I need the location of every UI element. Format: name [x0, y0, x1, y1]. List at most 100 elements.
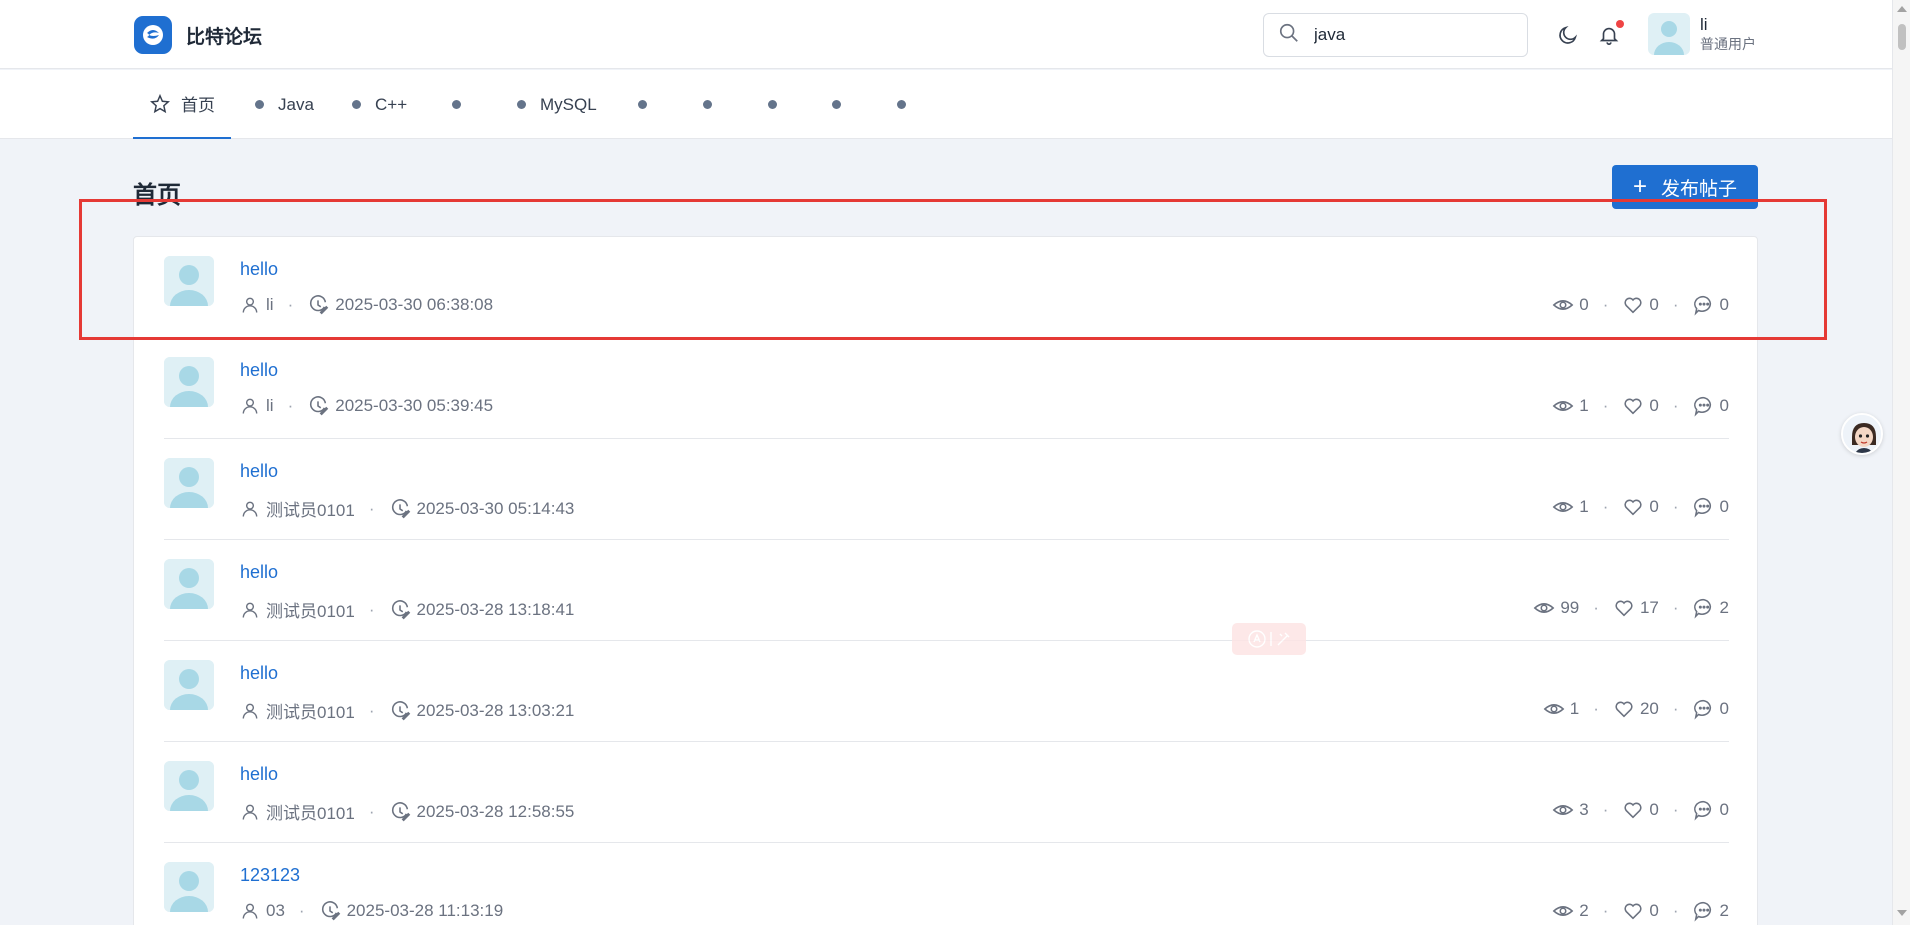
views-stat: 1	[1543, 698, 1579, 720]
post-title[interactable]: hello	[240, 360, 278, 381]
author-avatar[interactable]	[164, 862, 214, 912]
separator-dot: ·	[368, 700, 375, 720]
clock-icon	[319, 900, 347, 922]
post-author[interactable]: 测试员0101	[266, 698, 355, 723]
post-title[interactable]: 123123	[240, 865, 300, 886]
comments-stat[interactable]: 0	[1693, 698, 1729, 720]
page-title: 首页	[133, 182, 181, 209]
notification-dot	[1616, 20, 1624, 28]
author-avatar[interactable]	[164, 559, 214, 609]
comments-stat[interactable]: 0	[1693, 496, 1729, 518]
tab-category-10[interactable]	[897, 70, 906, 139]
eye-icon	[1533, 597, 1560, 619]
search-box[interactable]	[1263, 13, 1528, 57]
author-avatar[interactable]	[164, 458, 214, 508]
post-title[interactable]: hello	[240, 562, 278, 583]
comment-icon	[1693, 799, 1720, 821]
post-title[interactable]: hello	[240, 259, 278, 280]
post-title[interactable]: hello	[240, 764, 278, 785]
heart-icon	[1622, 294, 1649, 316]
comment-icon	[1693, 900, 1720, 922]
post-author[interactable]: 测试员0101	[266, 597, 355, 622]
dark-mode-icon[interactable]	[1556, 23, 1580, 47]
post-time: 2025-03-30 06:38:08	[335, 295, 494, 314]
author-avatar[interactable]	[164, 761, 214, 811]
search-input[interactable]	[1314, 25, 1514, 45]
scrollbar[interactable]	[1892, 0, 1910, 925]
likes-stat[interactable]: 0	[1622, 395, 1659, 417]
tab-category-6[interactable]	[638, 70, 647, 139]
post-row[interactable]: 123123 03 · 2025-03-28 11:13:19 2 · 0 · 2	[164, 843, 1729, 925]
post-time: 2025-03-28 12:58:55	[416, 801, 575, 821]
comments-stat[interactable]: 0	[1693, 799, 1729, 821]
star-icon	[149, 93, 171, 115]
post-row[interactable]: hello 测试员0101 · 2025-03-28 13:03:21 1 · 20 · 0	[164, 641, 1729, 742]
eye-icon	[1552, 294, 1579, 316]
separator-dot: ·	[287, 295, 294, 314]
likes-stat[interactable]: 20	[1613, 698, 1659, 720]
comments-stat[interactable]: 2	[1693, 900, 1729, 922]
tab-mysql[interactable]: MySQL	[517, 70, 597, 139]
heart-icon	[1613, 698, 1640, 720]
tab-home[interactable]: 首页	[133, 70, 231, 139]
post-author[interactable]: 03	[266, 901, 285, 921]
comments-stat[interactable]: 0	[1693, 395, 1729, 417]
post-author[interactable]: li	[266, 295, 274, 315]
heart-icon	[1622, 395, 1649, 417]
comment-icon	[1693, 496, 1720, 518]
post-author[interactable]: li	[266, 396, 274, 416]
plus-icon: +	[1632, 173, 1647, 200]
tab-java[interactable]: Java	[255, 70, 314, 139]
likes-stat[interactable]: 17	[1613, 597, 1659, 619]
post-row[interactable]: hello 测试员0101 · 2025-03-30 05:14:43 1 · 0 · 0	[164, 439, 1729, 540]
comment-icon	[1693, 698, 1720, 720]
user-role: 普通用户	[1700, 36, 1756, 52]
notification-bell-icon[interactable]	[1597, 20, 1624, 47]
post-title[interactable]: hello	[240, 461, 278, 482]
clock-icon	[389, 801, 417, 823]
likes-stat[interactable]: 0	[1622, 496, 1659, 518]
post-row[interactable]: hello 测试员0101 · 2025-03-28 12:58:55 3 · 0 · 0	[164, 742, 1729, 843]
clock-icon	[307, 395, 335, 417]
scrollbar-thumb[interactable]	[1898, 24, 1906, 50]
ai-assistant-badge[interactable]	[1232, 623, 1306, 655]
assistant-avatar[interactable]	[1841, 413, 1883, 455]
comments-stat[interactable]: 2	[1693, 597, 1729, 619]
user-name: li	[1700, 15, 1708, 34]
eye-icon	[1552, 799, 1579, 821]
app-name: 比特论坛	[186, 26, 263, 48]
user-menu[interactable]: li 普通用户	[1648, 13, 1756, 55]
eye-icon	[1552, 900, 1579, 922]
heart-icon	[1622, 900, 1649, 922]
logo[interactable]: 比特论坛	[134, 16, 262, 54]
tab-category-4[interactable]	[452, 70, 461, 139]
likes-stat[interactable]: 0	[1622, 900, 1659, 922]
post-author[interactable]: 测试员0101	[266, 799, 355, 824]
author-avatar[interactable]	[164, 357, 214, 407]
author-avatar[interactable]	[164, 660, 214, 710]
tab-category-7[interactable]	[703, 70, 712, 139]
tab-category-9[interactable]	[832, 70, 841, 139]
views-stat: 1	[1552, 395, 1589, 417]
author-avatar[interactable]	[164, 256, 214, 306]
post-row[interactable]: hello 测试员0101 · 2025-03-28 13:18:41 99 · 17 · 2	[164, 540, 1729, 641]
post-title[interactable]: hello	[240, 663, 278, 684]
post-time: 2025-03-28 11:13:19	[346, 901, 504, 920]
tab-category-8[interactable]	[768, 70, 777, 139]
tab-cpp[interactable]: C++	[352, 70, 407, 139]
post-time: 2025-03-30 05:39:45	[335, 396, 494, 415]
comments-stat[interactable]: 0	[1693, 294, 1729, 316]
post-author[interactable]: 测试员0101	[266, 496, 355, 521]
top-bar: 比特论坛 li 普通用户	[0, 0, 1892, 69]
user-icon	[240, 901, 266, 921]
heart-icon	[1622, 799, 1649, 821]
new-post-button[interactable]: + 发布帖子	[1612, 165, 1758, 209]
user-avatar	[1648, 13, 1690, 55]
post-row[interactable]: hello li · 2025-03-30 06:38:08 0 · 0 · 0	[164, 237, 1729, 338]
eye-icon	[1552, 395, 1579, 417]
likes-stat[interactable]: 0	[1622, 294, 1659, 316]
user-icon	[240, 600, 266, 620]
likes-stat[interactable]: 0	[1622, 799, 1659, 821]
post-time: 2025-03-30 05:14:43	[416, 498, 575, 518]
post-row[interactable]: hello li · 2025-03-30 05:39:45 1 · 0 · 0	[164, 338, 1729, 439]
